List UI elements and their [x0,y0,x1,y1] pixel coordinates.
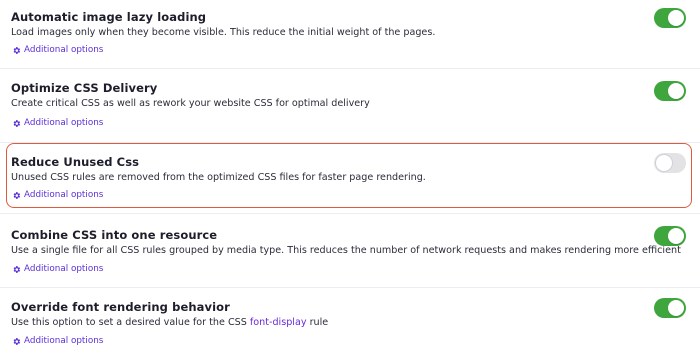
additional-options-link[interactable]: Additional options [12,118,103,128]
setting-title: Reduce Unused Css [11,155,140,169]
toggle-switch[interactable] [654,298,686,318]
additional-options-link[interactable]: Additional options [12,45,103,55]
setting-description: Create critical CSS as well as rework yo… [11,98,370,109]
setting-title: Automatic image lazy loading [11,10,207,24]
additional-options-label: Additional options [24,190,104,200]
toggle-switch[interactable] [654,81,686,101]
gear-icon [13,46,21,54]
toggle-knob [668,228,684,244]
settings-panel: Automatic image lazy loading Load images… [0,0,700,357]
setting-row-lazy-loading: Automatic image lazy loading Load images… [0,0,700,69]
gear-icon [13,337,21,345]
toggle-switch[interactable] [654,8,686,28]
additional-options-label: Additional options [24,118,104,128]
setting-description: Load images only when they become visibl… [11,27,436,38]
setting-row-combine-css: Combine CSS into one resource Use a sing… [0,214,700,288]
setting-title: Combine CSS into one resource [11,228,218,242]
gear-icon [13,191,21,199]
toggle-knob [656,155,672,171]
additional-options-link[interactable]: Additional options [12,336,103,346]
toggle-knob [668,10,684,26]
toggle-switch[interactable] [654,226,686,246]
font-display-link[interactable]: font-display [250,317,307,328]
setting-row-optimize-css-delivery: Optimize CSS Delivery Create critical CS… [0,69,700,143]
setting-title: Override font rendering behavior [11,300,230,314]
setting-row-reduce-unused-css: Reduce Unused Css Unused CSS rules are r… [0,143,700,214]
setting-description: Unused CSS rules are removed from the op… [11,172,426,183]
additional-options-label: Additional options [24,264,104,274]
setting-description: Use this option to set a desired value f… [11,317,329,328]
gear-icon [13,265,21,273]
toggle-switch[interactable] [654,153,686,173]
toggle-knob [668,300,684,316]
setting-title: Optimize CSS Delivery [11,81,158,95]
toggle-knob [668,83,684,99]
additional-options-label: Additional options [24,336,104,346]
additional-options-label: Additional options [24,45,104,55]
setting-description: Use a single file for all CSS rules grou… [11,245,681,256]
gear-icon [13,119,21,127]
additional-options-link[interactable]: Additional options [12,190,103,200]
setting-row-font-rendering: Override font rendering behavior Use thi… [0,288,700,357]
additional-options-link[interactable]: Additional options [12,264,103,274]
